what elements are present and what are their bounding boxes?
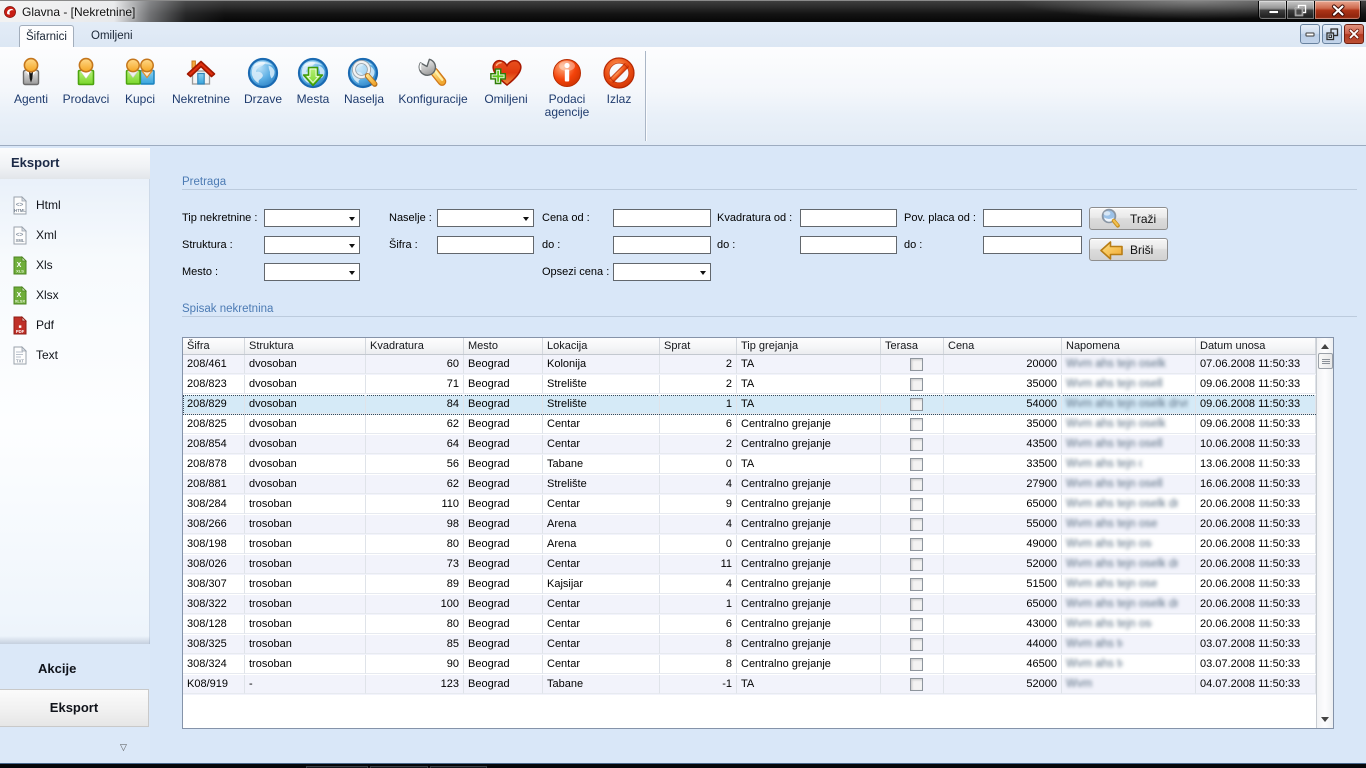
svg-text:HTML: HTML <box>14 208 26 213</box>
svg-text:XML: XML <box>16 238 25 243</box>
svg-text:XLS: XLS <box>16 269 24 274</box>
svg-text:XLSX: XLSX <box>15 299 26 304</box>
svg-text:PDF: PDF <box>16 329 25 334</box>
svg-text:TXT: TXT <box>16 358 24 363</box>
